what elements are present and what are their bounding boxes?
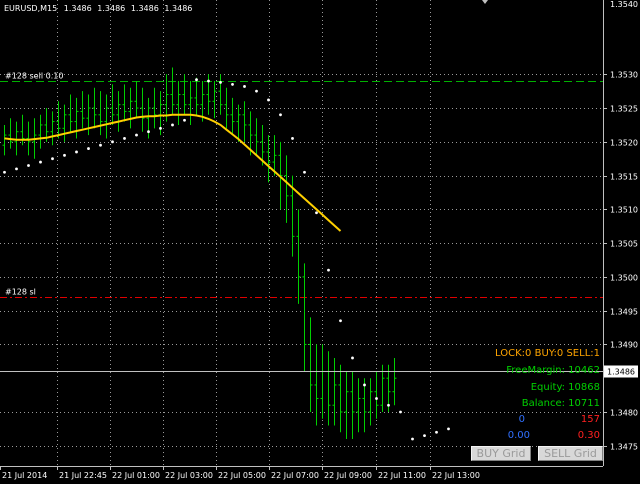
price-tick-label: 1.3500 <box>610 274 638 283</box>
sar-point <box>435 430 438 434</box>
sar-point <box>255 89 258 93</box>
sar-point <box>447 427 450 431</box>
time-tick-label: 22 Jul 07:00 <box>271 471 319 480</box>
price-tick-label: 1.3490 <box>610 341 638 350</box>
sar-point <box>399 410 402 414</box>
sar-point <box>219 80 222 84</box>
time-tick-label: 22 Jul 09:00 <box>324 471 372 480</box>
buy-profit: 0.00 <box>508 430 530 441</box>
balance-label: Balance: 10711 <box>522 398 600 409</box>
sar-point <box>99 143 102 147</box>
time-tick-label: 22 Jul 13:00 <box>432 471 480 480</box>
price-tick-label: 1.3515 <box>610 173 638 182</box>
price-tick-label: 1.3530 <box>610 71 638 80</box>
time-tick-label: 21 Jul 22:45 <box>59 471 107 480</box>
price-chart[interactable]: 1.3530 1.3525 1.3520 1.3515 1.3510 1.3505 1.35… <box>0 0 640 480</box>
sell-points: 157 <box>581 414 600 425</box>
sar-point <box>63 153 66 157</box>
free-margin-label: FreeMargin: 10462 <box>506 365 600 376</box>
sar-point <box>183 118 186 122</box>
price-tick-label: 1.3495 <box>610 308 638 317</box>
sar-point <box>51 157 54 161</box>
sar-point <box>87 147 90 150</box>
price-tick-label: 1.3505 <box>610 240 638 249</box>
price-tick-label: 1.3520 <box>610 139 638 148</box>
current-price-label: 1.3486 <box>607 368 635 377</box>
sar-point <box>363 383 366 387</box>
sar-point <box>39 160 42 164</box>
order-line-label: #128 sl <box>5 288 36 297</box>
time-tick-label: 22 Jul 05:00 <box>218 471 266 480</box>
sar-point <box>15 167 18 171</box>
sar-point <box>339 319 342 323</box>
sar-point <box>315 211 318 215</box>
sar-point <box>159 126 162 130</box>
sar-point <box>303 170 306 174</box>
sar-point <box>27 164 30 167</box>
sar-point <box>231 83 234 86</box>
sar-point <box>135 133 138 137</box>
sar-point <box>387 403 390 407</box>
buy-count: 0 <box>519 414 525 425</box>
sar-point <box>171 123 174 127</box>
sar-point <box>291 137 294 140</box>
equity-label: Equity: 10868 <box>531 382 600 393</box>
sar-point <box>111 140 114 144</box>
sar-point <box>327 268 330 272</box>
order-line-label: #128 sell 0.10 <box>5 72 63 81</box>
sar-point <box>207 79 210 83</box>
chart-window[interactable]: 1.3530 1.3525 1.3520 1.3515 1.3510 1.3505 1.35… <box>0 0 640 480</box>
price-tick-label: 1.3475 <box>610 443 638 452</box>
sar-point <box>75 150 78 154</box>
sar-point <box>423 434 426 438</box>
symbol-caption: EURUSD,M15 1.3486 1.3486 1.3486 1.3486 <box>4 4 192 13</box>
price-tick-label: 1.3540 <box>610 0 638 9</box>
lock-status: LOCK:0 BUY:0 SELL:1 <box>495 348 600 359</box>
sar-point <box>351 356 354 360</box>
sell-grid-button[interactable]: SELL Grid <box>538 446 603 461</box>
price-tick-label: 1.3480 <box>610 409 638 418</box>
price-tick-label: 1.3510 <box>610 206 638 215</box>
sar-point <box>279 113 282 117</box>
sar-point <box>243 85 246 88</box>
sell-profit: 0.30 <box>578 430 600 441</box>
sar-point <box>123 137 126 140</box>
time-tick-label: 22 Jul 01:00 <box>112 471 160 480</box>
sar-point <box>411 437 414 441</box>
sar-point <box>3 170 6 174</box>
sar-point <box>147 130 150 134</box>
sar-point <box>267 98 270 102</box>
time-tick-label: 22 Jul 03:00 <box>165 471 213 480</box>
time-tick-label: 21 Jul 2014 <box>2 471 47 480</box>
sar-point <box>195 78 198 82</box>
price-tick-label: 1.3525 <box>610 105 638 114</box>
time-tick-label: 22 Jul 11:00 <box>378 471 426 480</box>
buy-grid-button[interactable]: BUY Grid <box>471 446 531 461</box>
sar-point <box>375 397 378 400</box>
